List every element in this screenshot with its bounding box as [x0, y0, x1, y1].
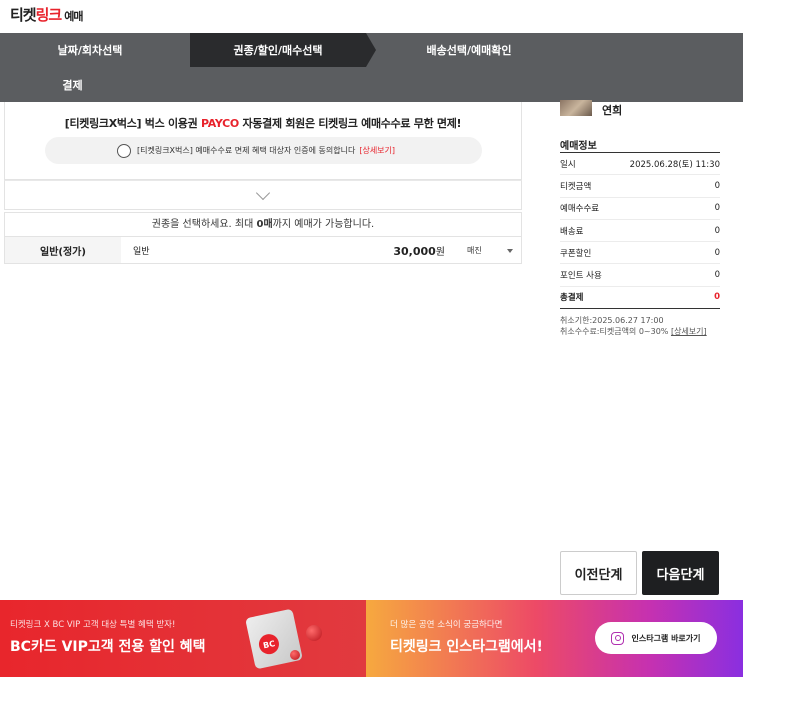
agree-row[interactable]: [티켓링크X벅스] 예매수수료 면제 혜택 대상자 인증에 동의합니다 [상세보… [45, 137, 482, 164]
quantity-select[interactable]: 매진 [461, 245, 521, 256]
instagram-button[interactable]: 인스타그램 바로가기 [595, 622, 717, 654]
cancel-policy: 취소기한:2025.06.27 17:00 취소수수료:티켓금액의 0~30% … [560, 316, 707, 336]
info-row-delivery: 배송료 0 [560, 220, 720, 243]
info-row-fee: 예매수수료 0 [560, 198, 720, 220]
promo-notice-section: [티켓링크X벅스] 벅스 이용권 PAYCO 자동결제 회원은 티켓링크 예매수… [4, 102, 522, 210]
logo-black: 티켓 [10, 6, 37, 24]
logo-suffix: 예매 [64, 10, 83, 23]
bc-banner-subtitle: 티켓링크 X BC VIP 고객 대상 특별 혜택 받자! [10, 620, 176, 630]
bc-card-image: BC [245, 608, 303, 670]
booking-info-list: 일시 2025.06.28(토) 11:30 티켓금액 0 예매수수료 0 배송료 0 … [560, 152, 720, 310]
step-payment[interactable]: 결제 [0, 67, 145, 102]
agree-text: [티켓링크X벅스] 예매수수료 면제 혜택 대상자 인증에 동의합니다 [137, 146, 356, 155]
ticketlink-logo[interactable]: 티켓링크 예매 [10, 4, 83, 25]
bc-card-banner[interactable]: 티켓링크 X BC VIP 고객 대상 특별 혜택 받자! BC카드 VIP고객… [0, 600, 366, 677]
decor-ball [290, 650, 300, 660]
prev-step-button[interactable]: 이전단계 [560, 551, 637, 595]
booking-info-title: 예매정보 [560, 141, 597, 152]
instagram-banner[interactable]: 더 많은 공연 소식이 궁금하다면 티켓링크 인스타그램에서! 인스타그램 바로… [366, 600, 743, 677]
bc-banner-title: BC카드 VIP고객 전용 할인 혜택 [10, 639, 206, 655]
cancel-detail-link[interactable]: [상세보기] [671, 327, 707, 336]
step-ticket-select[interactable]: 권종/할인/매수선택 [190, 33, 366, 67]
step-arrow [180, 33, 190, 67]
info-row-coupon: 쿠폰할인 0 [560, 242, 720, 265]
grade-category: 일반(정가) [5, 237, 121, 263]
grade-header: 권종을 선택하세요. 최대 0매까지 예매가 가능합니다. [5, 213, 521, 237]
chevron-down-icon [255, 185, 271, 201]
info-row-date: 일시 2025.06.28(토) 11:30 [560, 153, 720, 176]
step-delivery-confirm[interactable]: 배송선택/예매확인 [376, 33, 562, 67]
promo-notice: [티켓링크X벅스] 벅스 이용권 PAYCO 자동결제 회원은 티켓링크 예매수… [4, 102, 522, 180]
step-navigation: 날짜/회차선택 권종/할인/매수선택 배송선택/예매확인 결제 [0, 33, 743, 102]
info-row-total: 총결제 0 [560, 287, 720, 310]
show-poster [560, 100, 592, 116]
insta-banner-subtitle: 더 많은 공연 소식이 궁금하다면 [390, 620, 503, 630]
grade-name: 일반 [133, 246, 150, 257]
insta-banner-title: 티켓링크 인스타그램에서! [390, 639, 543, 655]
decor-ball [306, 625, 322, 641]
ticket-grade-table: 권종을 선택하세요. 최대 0매까지 예매가 가능합니다. 일반(정가) 일반 … [4, 212, 522, 264]
step-arrow [366, 33, 376, 67]
info-row-ticket-amount: 티켓금액 0 [560, 175, 720, 198]
caret-down-icon [507, 248, 513, 253]
agree-detail-link[interactable]: [상세보기] [359, 145, 395, 156]
grade-price: 30,000원 [393, 244, 445, 258]
bc-logo: BC [257, 632, 281, 657]
instagram-icon [611, 631, 625, 645]
agree-radio[interactable] [117, 143, 131, 158]
logo-red: 링크 [35, 6, 63, 24]
table-row: 일반(정가) 일반 30,000원 매진 [5, 237, 521, 263]
show-title: 연희 [602, 104, 623, 117]
promo-title: [티켓링크X벅스] 벅스 이용권 PAYCO 자동결제 회원은 티켓링크 예매수… [64, 117, 462, 130]
expand-toggle[interactable] [4, 180, 522, 210]
step-date-select[interactable]: 날짜/회차선택 [0, 33, 180, 67]
info-row-points: 포인트 사용 0 [560, 264, 720, 287]
next-step-button[interactable]: 다음단계 [642, 551, 719, 595]
